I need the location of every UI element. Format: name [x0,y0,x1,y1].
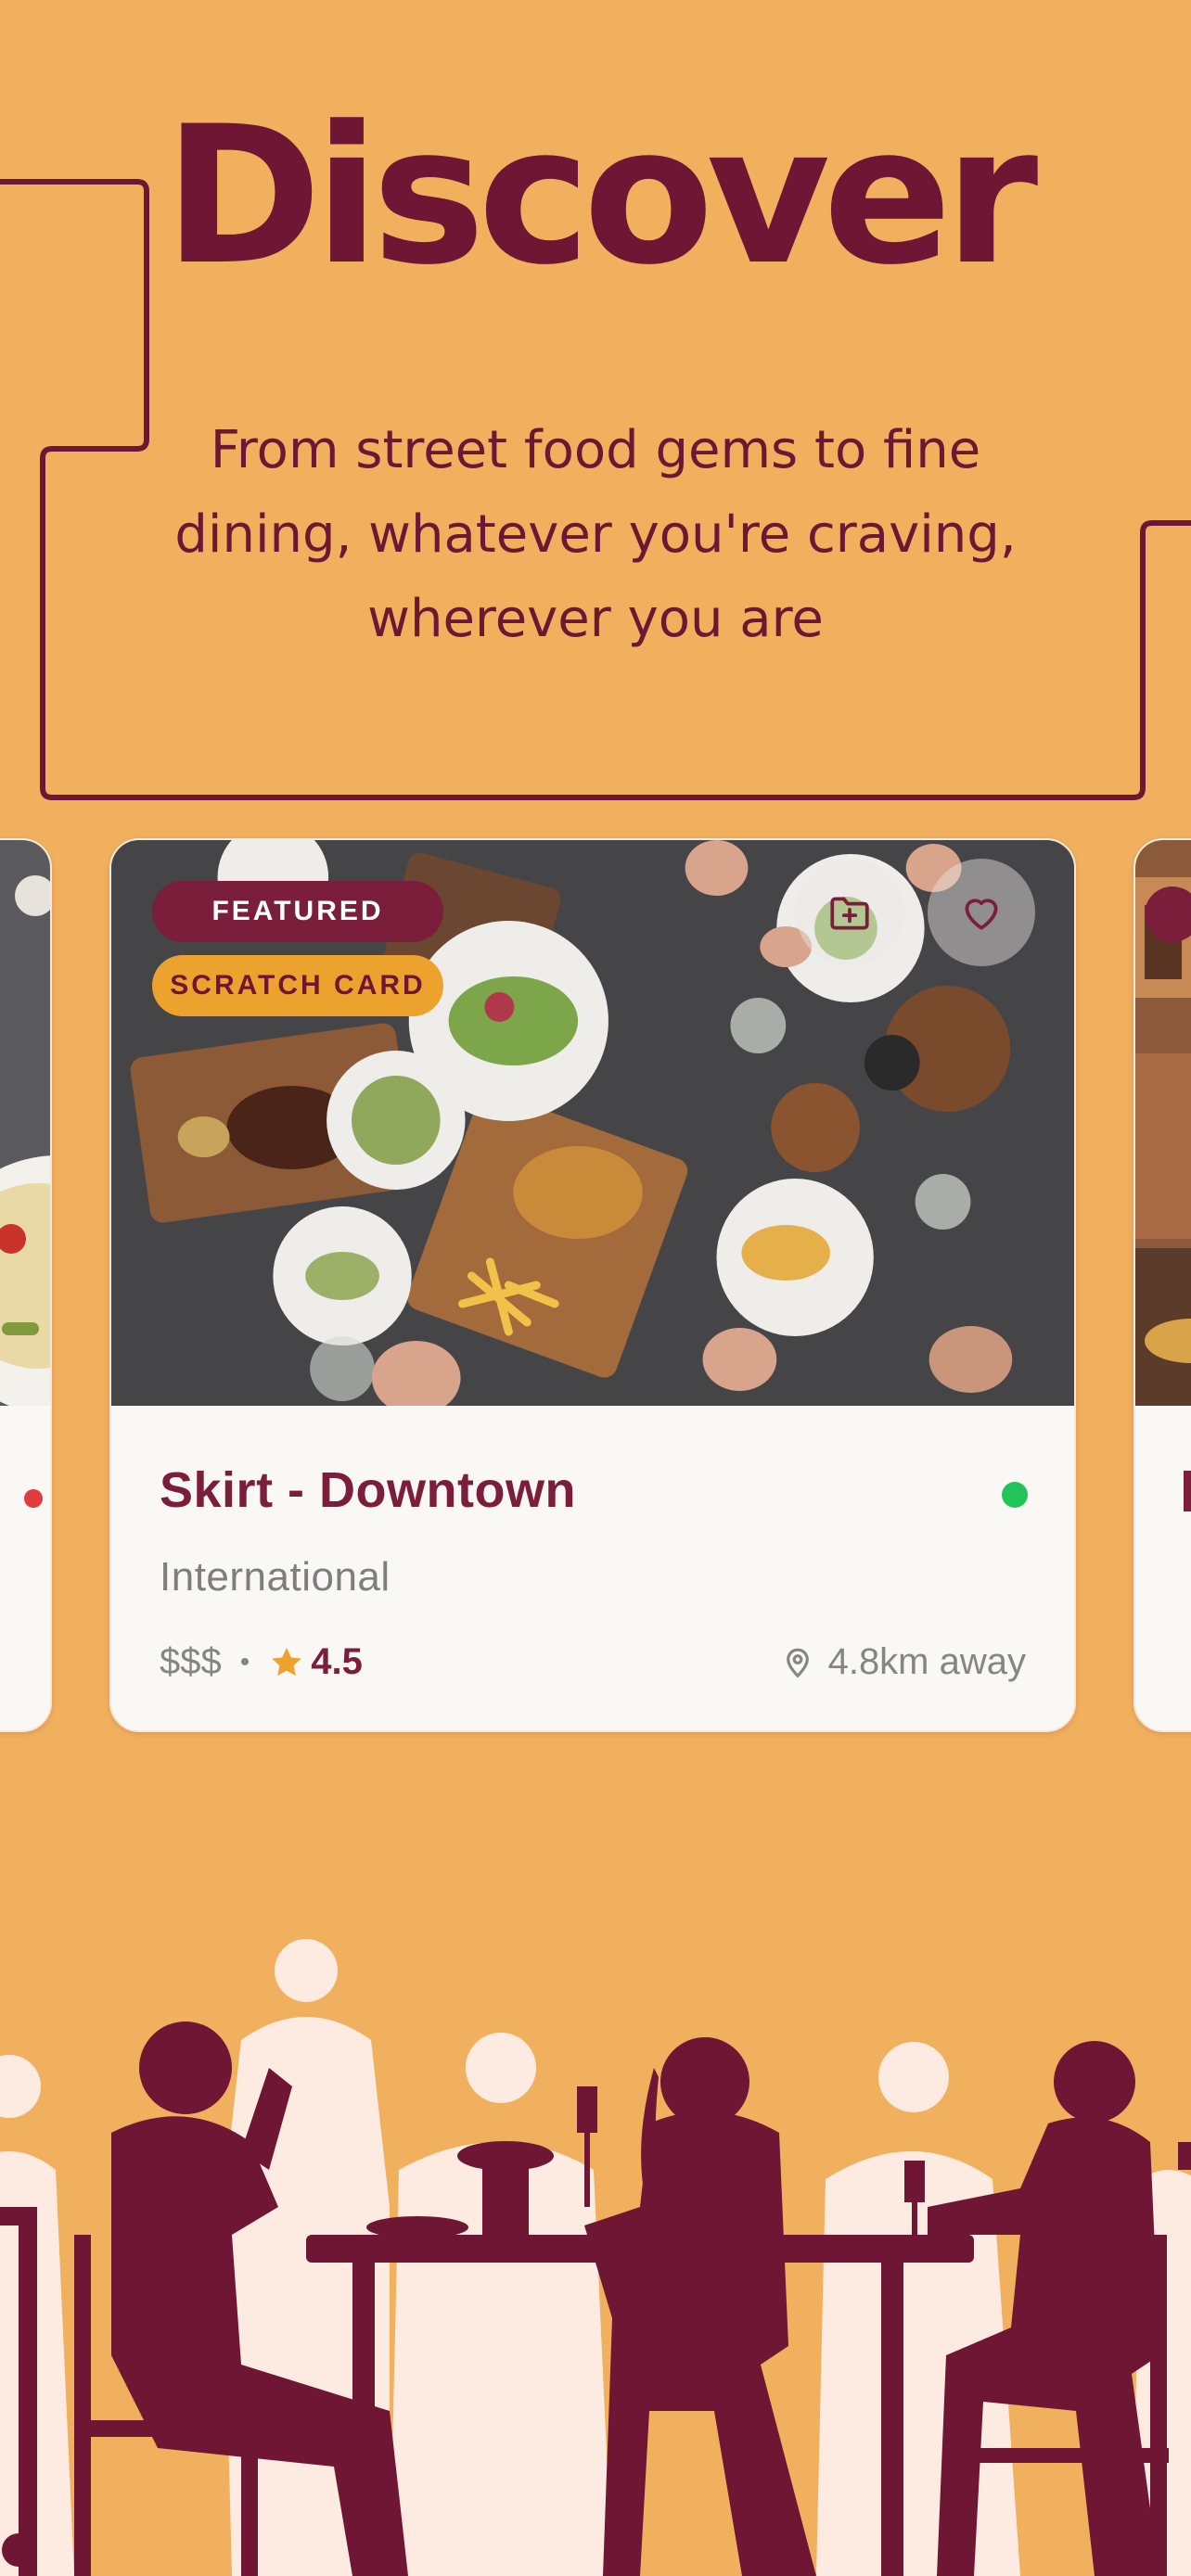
featured-badge: FEATURED [152,881,443,942]
page-subtitle: From street food gems to fine dining, wh… [174,420,1017,649]
distance-info: 4.8km away [780,1641,1026,1683]
map-pin-icon [786,1648,809,1677]
price-level: $$$ [160,1641,222,1682]
folder-plus-icon [830,897,869,930]
cuisine-label: International [160,1554,391,1600]
restaurant-card[interactable]: FEATURED SCRATCH CARD Skirt - Downtown I… [109,838,1076,1732]
star-icon [272,1647,302,1676]
price-rating-row: $$$ • 4.5 [160,1641,363,1683]
next-card-name-fragment [1184,1471,1191,1511]
previous-card-rating-dot [24,1489,43,1508]
rating-value: 4.5 [311,1641,363,1682]
favorite-button[interactable] [928,859,1035,966]
restaurant-card-next[interactable] [1133,838,1191,1732]
previous-card-photo [0,840,50,1406]
distance-label: 4.8km away [827,1641,1026,1682]
restaurant-name[interactable]: Skirt - Downtown [160,1461,576,1519]
open-status-indicator [1002,1482,1028,1508]
heart-icon [965,899,998,930]
dining-silhouettes-illustration [0,1939,1191,2576]
page-title: Discover [163,86,1039,307]
next-card-photo [1135,840,1191,1406]
meta-separator: • [239,1646,250,1677]
save-to-collection-button[interactable] [796,859,903,966]
restaurant-card-previous[interactable] [0,838,52,1732]
scratch-card-badge: SCRATCH CARD [152,955,443,1016]
